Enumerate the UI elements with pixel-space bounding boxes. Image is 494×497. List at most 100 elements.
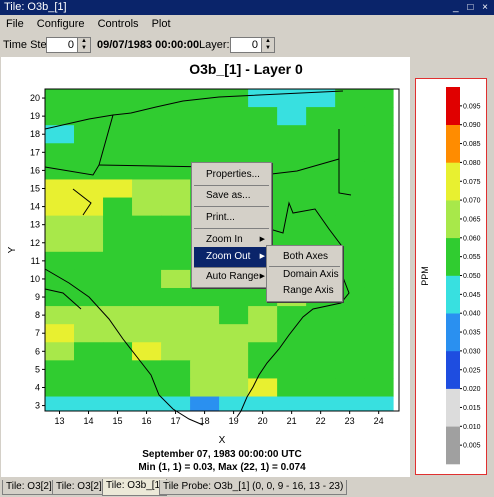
- heatmap-cell: [45, 306, 75, 325]
- heatmap-cell: [306, 125, 336, 144]
- heatmap-cell: [190, 143, 220, 162]
- heatmap-cell: [335, 360, 365, 379]
- window-controls[interactable]: _ □ ×: [453, 0, 491, 15]
- x-tick-label: 17: [171, 416, 181, 426]
- heatmap-cell: [219, 125, 249, 144]
- heatmap-cell: [74, 378, 104, 397]
- heatmap-cell: [161, 324, 191, 343]
- plot-footer-date: September 07, 1983 00:00:00 UTC: [142, 449, 302, 460]
- menu-item-auto-range-label: Auto Range: [206, 271, 259, 282]
- heatmap-cell: [306, 179, 336, 198]
- heatmap-cell: [306, 107, 336, 126]
- legend-tick-label: 0.030: [463, 348, 481, 355]
- menu-controls[interactable]: Controls: [98, 15, 139, 33]
- heatmap-cell: [277, 396, 307, 412]
- heatmap-cell: [103, 324, 133, 343]
- heatmap-cell: [277, 197, 307, 217]
- heatmap-cell: [364, 89, 394, 108]
- heatmap-cell: [74, 269, 104, 289]
- toolbar: Time Step: 0 ▲ ▼ 09/07/1983 00:00:00 Laye…: [0, 34, 494, 56]
- spinner-arrows-icon[interactable]: ▲ ▼: [261, 38, 274, 52]
- heatmap-cell: [103, 233, 133, 253]
- heatmap-cell: [161, 215, 191, 235]
- tab-tile-o3-2-second[interactable]: Tile: O3[2]: [52, 480, 106, 495]
- heatmap-cell: [161, 179, 191, 198]
- zoom-out-submenu[interactable]: Both Axes Domain Axis Range Axis: [266, 245, 343, 302]
- heatmap-cell: [74, 125, 104, 144]
- menu-configure[interactable]: Configure: [37, 15, 85, 33]
- menu-item-save-as[interactable]: Save as...: [194, 186, 269, 206]
- heatmap-cell: [45, 269, 75, 289]
- heatmap-cell: [219, 287, 249, 307]
- menu-item-zoom-out-label: Zoom Out: [206, 251, 251, 262]
- heatmap-cell: [161, 342, 191, 361]
- heatmap-cell: [132, 215, 162, 235]
- tab-tile-o3b-1[interactable]: Tile: O3b_[1]: [102, 479, 167, 496]
- heatmap-cell: [335, 378, 365, 397]
- menu-item-both-axes[interactable]: Both Axes: [269, 247, 340, 267]
- y-tick-label: 17: [30, 147, 40, 157]
- legend-tick-label: 0.070: [463, 198, 481, 205]
- menu-item-zoom-out[interactable]: Zoom Out ▶: [194, 247, 269, 267]
- legend-color-bin: [446, 124, 460, 163]
- heatmap-cell: [132, 396, 162, 412]
- layer-spinner[interactable]: 0 ▲ ▼: [230, 37, 275, 53]
- heatmap-cell: [364, 396, 394, 412]
- heatmap-cell: [45, 378, 75, 397]
- legend-tick-label: 0.060: [463, 235, 481, 242]
- time-step-spinner[interactable]: 0 ▲ ▼: [46, 37, 91, 53]
- x-tick-label: 15: [113, 416, 123, 426]
- x-tick-label: 23: [345, 416, 355, 426]
- heatmap-cell: [364, 179, 394, 198]
- heatmap-cell: [161, 269, 191, 289]
- tab-tile-probe[interactable]: Tile Probe: O3b_[1] (0, 0, 9 - 16, 13 - …: [159, 480, 348, 495]
- menu-plot[interactable]: Plot: [152, 15, 171, 33]
- heatmap-cell: [132, 251, 162, 271]
- heatmap-cell: [74, 342, 104, 361]
- menu-item-range-axis[interactable]: Range Axis: [269, 283, 340, 299]
- menu-separator: [194, 228, 269, 229]
- heatmap-cell: [248, 324, 278, 343]
- legend-tick-label: 0.075: [463, 179, 481, 186]
- heatmap-cell: [306, 143, 336, 162]
- heatmap-cell: [335, 125, 365, 144]
- legend-title: PPM: [420, 266, 430, 286]
- heatmap-cell: [132, 179, 162, 198]
- heatmap-cell: [277, 179, 307, 198]
- heatmap-cell: [248, 342, 278, 361]
- color-legend-panel[interactable]: 0.005 0.010 0.015 0.020 0.025 0.030 0.035 0.040…: [415, 78, 487, 475]
- menu-file[interactable]: File: [6, 15, 24, 33]
- y-tick-label: 6: [35, 346, 40, 356]
- heatmap-cell: [103, 89, 133, 108]
- heatmap-cell: [45, 251, 75, 271]
- layer-value: 0: [251, 39, 258, 51]
- heatmap-cell: [364, 324, 394, 343]
- heatmap-cell: [364, 269, 394, 289]
- heatmap-cell: [190, 287, 220, 307]
- legend-tick-label: 0.045: [463, 292, 481, 299]
- heatmap-cell: [161, 161, 191, 180]
- heatmap-cell: [248, 306, 278, 325]
- y-tick-label: 18: [30, 129, 40, 139]
- window-title: Tile: O3b_[1]: [4, 1, 67, 13]
- menu-item-properties[interactable]: Properties...: [194, 165, 269, 185]
- x-tick-label: 18: [200, 416, 210, 426]
- tab-tile-o3-2[interactable]: Tile: O3[2]: [2, 480, 56, 495]
- legend-color-bin: [446, 162, 460, 201]
- heatmap-cell: [219, 324, 249, 343]
- heatmap-cell: [277, 306, 307, 325]
- heatmap-cell: [248, 107, 278, 126]
- menu-item-print[interactable]: Print...: [194, 208, 269, 228]
- heatmap-cell: [335, 161, 365, 180]
- window-titlebar[interactable]: Tile: O3b_[1] _ □ ×: [0, 0, 494, 15]
- menu-item-auto-range[interactable]: Auto Range ▶: [194, 267, 269, 287]
- menu-item-domain-axis[interactable]: Domain Axis: [269, 267, 340, 283]
- spinner-arrows-icon[interactable]: ▲ ▼: [77, 38, 90, 52]
- context-menu[interactable]: Properties... Save as... Print... Zoom I…: [191, 162, 272, 288]
- heatmap-cell: [103, 378, 133, 397]
- heatmap-cell: [132, 89, 162, 108]
- heatmap-cell: [161, 107, 191, 126]
- heatmap-cell: [45, 396, 75, 412]
- x-tick-label: 24: [374, 416, 384, 426]
- heatmap-cell: [335, 89, 365, 108]
